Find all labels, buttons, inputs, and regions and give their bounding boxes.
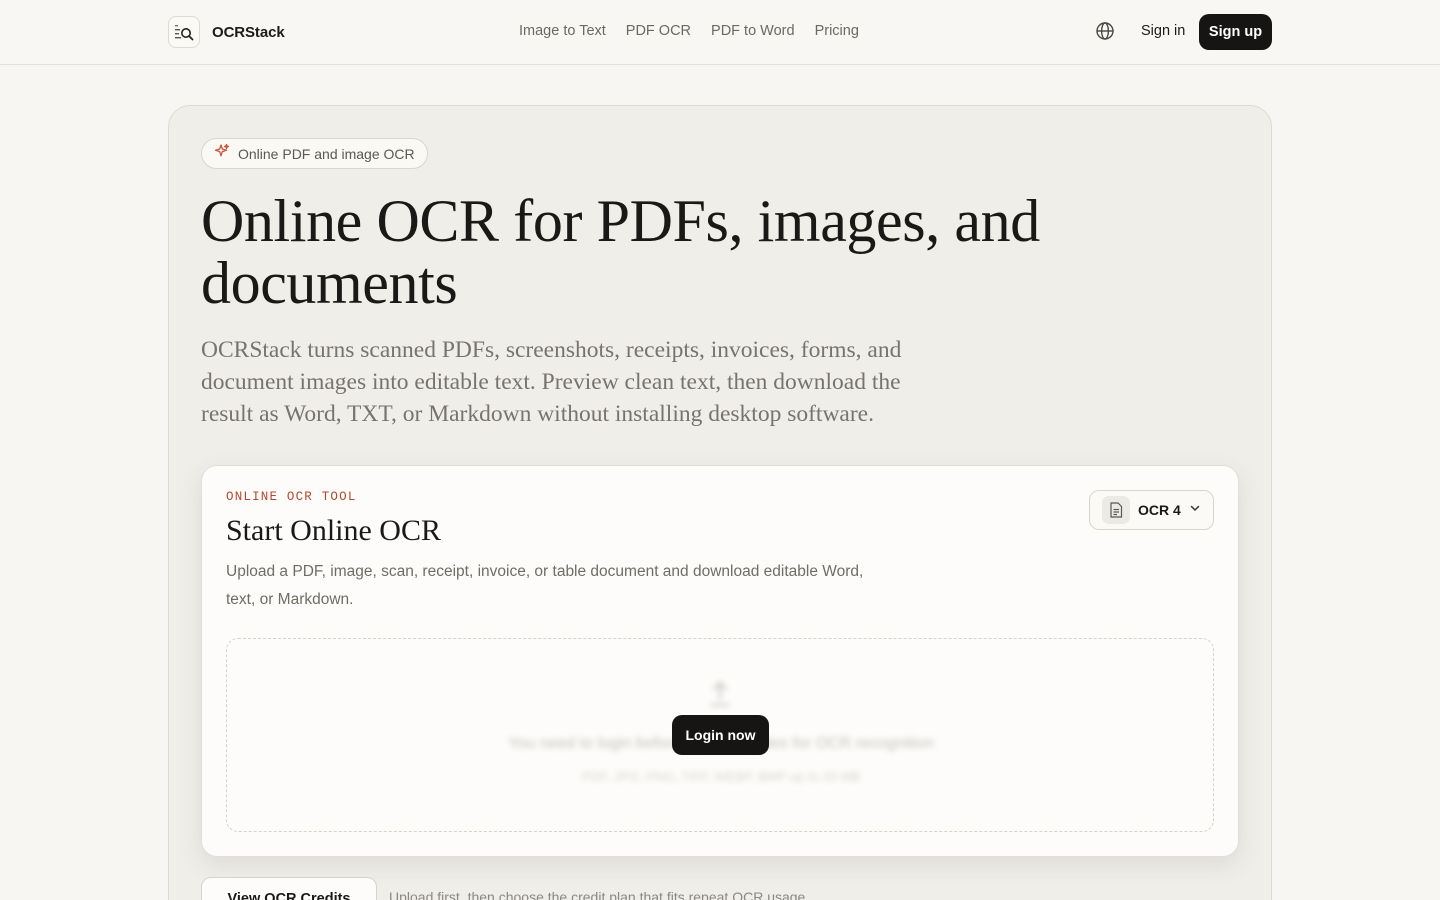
nav-link-pricing[interactable]: Pricing <box>815 23 859 39</box>
ocr-model-label: OCR 4 <box>1138 502 1181 518</box>
dropzone-hint: PDF, JPG, PNG, TIFF, WEBP, BMP up to 20 … <box>581 769 861 784</box>
upload-dropzone[interactable]: You need to login before uploading files… <box>226 638 1214 832</box>
page-title: Online OCR for PDFs, images, and documen… <box>201 188 1040 316</box>
ocr-model-select[interactable]: OCR 4 <box>1089 490 1214 530</box>
tool-description: Upload a PDF, image, scan, receipt, invo… <box>226 563 864 608</box>
login-now-button[interactable]: Login now <box>672 715 769 755</box>
hero-card: Online PDF and image OCR Online OCR for … <box>168 105 1272 900</box>
view-ocr-credits-button[interactable]: View OCR Credits <box>201 877 377 900</box>
chevron-down-icon <box>1189 501 1201 519</box>
brand-name: OCRStack <box>212 23 285 41</box>
sign-up-button[interactable]: Sign up <box>1199 14 1272 50</box>
tool-title: Start Online OCR <box>226 514 441 547</box>
nav-link-pdf-ocr[interactable]: PDF OCR <box>626 23 691 39</box>
ocr-tool-panel: ONLINE OCR TOOL Start Online OCR Upload … <box>201 465 1239 857</box>
sparkle-icon <box>214 143 230 164</box>
nav-link-image-to-text[interactable]: Image to Text <box>519 23 606 39</box>
brand[interactable]: OCRStack <box>168 16 285 48</box>
feature-chip: Online PDF and image OCR <box>201 138 428 169</box>
top-navigation-bar: OCRStack Image to Text PDF OCR PDF to Wo… <box>0 0 1440 65</box>
main-nav: Image to Text PDF OCR PDF to Word Pricin… <box>519 23 859 39</box>
hero-description: OCRStack turns scanned PDFs, screenshots… <box>201 337 902 427</box>
nav-link-pdf-to-word[interactable]: PDF to Word <box>711 23 795 39</box>
credits-note: Upload first, then choose the credit pla… <box>389 889 810 900</box>
document-icon <box>1102 496 1130 524</box>
upload-icon <box>707 679 733 714</box>
globe-icon[interactable] <box>1094 20 1116 42</box>
tool-eyebrow: ONLINE OCR TOOL <box>226 490 357 504</box>
logo-icon <box>168 16 200 48</box>
feature-chip-label: Online PDF and image OCR <box>238 145 415 162</box>
sign-in-link[interactable]: Sign in <box>1141 23 1185 39</box>
